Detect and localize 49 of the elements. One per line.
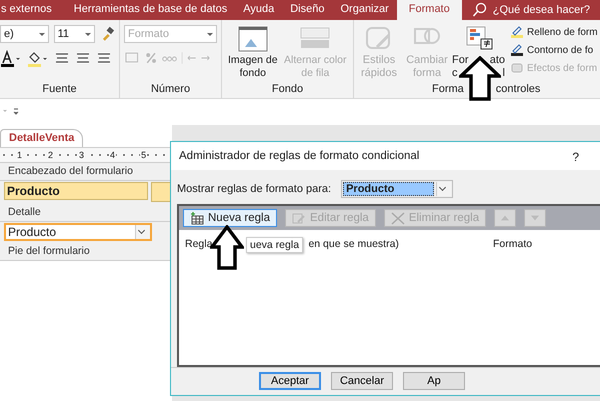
tooltip: ueva regla: [246, 237, 304, 253]
help-button[interactable]: ?: [572, 150, 579, 164]
picture-frame-icon: [236, 25, 269, 53]
group-label: controles: [496, 83, 540, 95]
ribbon-button[interactable]: Imagen de fondo: [226, 25, 280, 80]
document-tab[interactable]: DetalleVenta: [0, 129, 84, 147]
ribbon-tab[interactable]: Herramientas de base de datos: [74, 0, 228, 20]
dialog-button[interactable]: Aceptar: [259, 372, 321, 390]
label-control[interactable]: Producto: [4, 182, 148, 200]
column-header: Regla: [185, 238, 212, 250]
combo-box-control[interactable]: Producto: [4, 223, 152, 241]
pen-icon: [510, 43, 524, 57]
delete-icon: [390, 212, 405, 224]
rounded-square-icon: [510, 61, 524, 75]
group-label: Fondo: [270, 83, 304, 95]
rule-button[interactable]: Nueva regla: [183, 209, 278, 227]
search-field[interactable]: ¿Qué desea hacer?: [492, 4, 593, 16]
rules-for-dropdown[interactable]: Producto: [341, 180, 454, 198]
group-label: Fuente: [41, 83, 78, 95]
font-color-icon[interactable]: [0, 50, 22, 68]
ribbon-tab[interactable]: s externos: [1, 0, 52, 20]
edit-icon: [292, 212, 306, 224]
ribbon-tab[interactable]: Organizar: [340, 0, 389, 20]
dialog-button[interactable]: Cancelar: [331, 372, 393, 390]
font-size-dropdown[interactable]: 11: [54, 25, 95, 43]
ribbon-tab[interactable]: Diseño: [290, 0, 324, 20]
dialog-title: Administrador de reglas de formato condicional: [179, 150, 420, 164]
section-bar[interactable]: Detalle: [0, 204, 172, 222]
up-arrow-icon: [210, 225, 244, 270]
ruler: 1 2 3 4 5: [0, 147, 172, 163]
field-label: Mostrar reglas de formato para:: [177, 183, 332, 195]
section-bar[interactable]: Pie del formulario: [0, 243, 172, 261]
group-label: Forma: [432, 83, 464, 95]
caret-down-icon: [531, 215, 540, 221]
font-name-dropdown[interactable]: e): [0, 25, 49, 43]
search-icon[interactable]: [472, 2, 488, 18]
group-label: Número: [150, 83, 192, 95]
fill-color-icon[interactable]: [27, 50, 49, 68]
caret-up-icon: [501, 215, 510, 221]
column-header: Formato: [493, 238, 534, 250]
table-plus-icon: [190, 212, 204, 224]
dialog-button[interactable]: Ap: [403, 372, 465, 390]
ribbon-tab[interactable]: Formato: [396, 0, 462, 20]
ribbon-button[interactable]: Contorno de fo: [510, 43, 598, 57]
section-bar[interactable]: Encabezado del formulario: [0, 163, 172, 181]
column-header: en que se muestra): [308, 238, 399, 250]
ribbon-tab[interactable]: Ayuda: [243, 0, 274, 20]
field-control[interactable]: [151, 182, 172, 202]
ribbon-button[interactable]: Relleno de form: [510, 25, 598, 39]
